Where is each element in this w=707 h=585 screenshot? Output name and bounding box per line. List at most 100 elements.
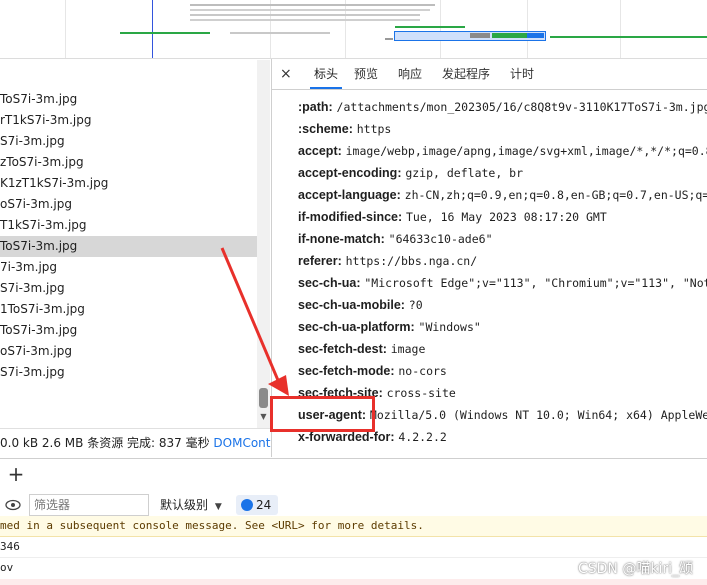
timeline-bar xyxy=(385,38,393,40)
status-summary: 0.0 kB 2.6 MB 条资源 完成: 837 毫秒 xyxy=(0,436,210,450)
header-value: image xyxy=(390,342,426,356)
header-value: ?0 xyxy=(408,298,423,312)
header-value: Tue, 16 May 2023 08:17:20 GMT xyxy=(406,210,607,224)
issues-badge[interactable]: 24 xyxy=(236,495,278,515)
request-list: ToS7i-3m.jpg rT1kS7i-3m.jpg S7i-3m.jpg z… xyxy=(0,59,272,457)
header-row: sec-ch-ua-mobile: ?0 xyxy=(298,294,423,316)
header-name: accept-encoding: xyxy=(298,166,402,180)
timeline-gridline xyxy=(440,0,441,58)
header-name: if-none-match: xyxy=(298,232,385,246)
tab-preview[interactable]: 预览 xyxy=(354,59,378,89)
add-icon[interactable]: + xyxy=(6,460,26,488)
tab-initiator[interactable]: 发起程序 xyxy=(442,59,490,89)
request-row[interactable]: ToS7i-3m.jpg xyxy=(0,320,258,341)
header-name: x-forwarded-for: xyxy=(298,430,395,444)
header-value: gzip, deflate, br xyxy=(405,166,524,180)
console-warning-line: med in a subsequent console message. See… xyxy=(0,516,707,537)
timeline-bar xyxy=(190,9,430,11)
tab-timing[interactable]: 计时 xyxy=(510,59,534,89)
scrollbar-thumb[interactable] xyxy=(259,388,268,408)
header-row: accept: image/webp,image/apng,image/svg+… xyxy=(298,140,707,162)
timeline-bar xyxy=(190,14,420,16)
header-row: if-none-match: "64633c10-ade6" xyxy=(298,228,493,250)
request-row[interactable]: 1ToS7i-3m.jpg xyxy=(0,299,258,320)
header-row: sec-ch-ua-platform: "Windows" xyxy=(298,316,481,338)
log-level-select[interactable]: 默认级别 ▼ xyxy=(160,494,222,516)
header-row: if-modified-since: Tue, 16 May 2023 08:1… xyxy=(298,206,607,228)
header-name: sec-fetch-mode: xyxy=(298,364,395,378)
tab-headers[interactable]: 标头 xyxy=(310,59,343,89)
timeline-gridline xyxy=(527,0,528,58)
request-row[interactable]: oS7i-3m.jpg xyxy=(0,341,258,362)
timeline-bar xyxy=(527,33,544,38)
request-row[interactable]: K1zT1kS7i-3m.jpg xyxy=(0,173,258,194)
timeline-gridline xyxy=(620,0,621,58)
chevron-down-icon: ▼ xyxy=(214,502,222,512)
header-name: sec-ch-ua-platform: xyxy=(298,320,415,334)
drawer-toolbar xyxy=(0,458,707,492)
header-value: https xyxy=(356,122,392,136)
header-value: no-cors xyxy=(398,364,447,378)
timeline-bar xyxy=(190,4,435,6)
header-value: "Microsoft Edge";v="113", "Chromium";v="… xyxy=(364,276,707,290)
header-row: :scheme: https xyxy=(298,118,391,140)
request-row[interactable]: S7i-3m.jpg xyxy=(0,131,258,152)
header-name: referer: xyxy=(298,254,342,268)
request-row[interactable]: S7i-3m.jpg xyxy=(0,278,258,299)
header-value: https://bbs.nga.cn/ xyxy=(345,254,478,268)
timeline-bar xyxy=(395,26,465,28)
timeline-bar xyxy=(470,33,490,38)
message-icon xyxy=(241,499,253,511)
header-value: "64633c10-ade6" xyxy=(388,232,493,246)
detail-tabs: 标头 预览 响应 发起程序 计时 xyxy=(272,59,707,90)
issues-count: 24 xyxy=(256,498,272,512)
timeline-marker xyxy=(152,0,153,58)
header-row: sec-ch-ua: "Microsoft Edge";v="113", "Ch… xyxy=(298,272,707,294)
request-row[interactable]: S7i-3m.jpg xyxy=(0,362,258,383)
header-name: accept-language: xyxy=(298,188,401,202)
request-row-selected[interactable]: ToS7i-3m.jpg xyxy=(0,236,258,257)
header-value: Mozilla/5.0 (Windows NT 10.0; Win64; x64… xyxy=(369,408,707,422)
timeline-bar xyxy=(190,19,420,21)
header-name: sec-ch-ua: xyxy=(298,276,361,290)
timeline-gridline xyxy=(65,0,66,58)
header-value: zh-CN,zh;q=0.9,en;q=0.8,en-GB;q=0.7,en-U… xyxy=(404,188,707,202)
request-row[interactable]: 7i-3m.jpg xyxy=(0,257,258,278)
header-value: 4.2.2.2 xyxy=(398,430,447,444)
network-status-bar: 0.0 kB 2.6 MB 条资源 完成: 837 毫秒 DOMConte xyxy=(0,428,271,457)
request-list-scrollbar[interactable] xyxy=(257,60,270,428)
header-row: :path: /attachments/mon_202305/16/c8Q8t9… xyxy=(298,96,707,118)
watermark: CSDN @喵kiri_颂 xyxy=(577,561,693,577)
filter-input[interactable] xyxy=(29,494,149,516)
annotation-highlight-box xyxy=(270,396,375,432)
header-row: sec-fetch-dest: image xyxy=(298,338,425,360)
request-row[interactable]: rT1kS7i-3m.jpg xyxy=(0,110,258,131)
header-value: "Windows" xyxy=(418,320,481,334)
timeline-overview[interactable] xyxy=(0,0,707,59)
timeline-bar xyxy=(230,32,330,34)
scroll-down-arrow-icon[interactable]: ▼ xyxy=(259,412,268,422)
tab-response[interactable]: 响应 xyxy=(398,59,422,89)
header-name: accept: xyxy=(298,144,342,158)
header-name: :path: xyxy=(298,100,333,114)
header-value: /attachments/mon_202305/16/c8Q8t9v-3110K… xyxy=(336,100,707,114)
request-row[interactable]: T1kS7i-3m.jpg xyxy=(0,215,258,236)
request-row[interactable]: zToS7i-3m.jpg xyxy=(0,152,258,173)
header-row: referer: https://bbs.nga.cn/ xyxy=(298,250,477,272)
request-row[interactable]: ToS7i-3m.jpg xyxy=(0,89,258,110)
request-row[interactable]: oS7i-3m.jpg xyxy=(0,194,258,215)
console-error-strip xyxy=(0,579,707,585)
log-level-label: 默认级别 xyxy=(160,498,209,512)
eye-icon[interactable] xyxy=(4,497,22,513)
timeline-bar xyxy=(492,33,527,38)
header-name: if-modified-since: xyxy=(298,210,403,224)
header-value: image/webp,image/apng,image/svg+xml,imag… xyxy=(345,144,707,158)
header-row: accept-encoding: gzip, deflate, br xyxy=(298,162,523,184)
header-row: accept-language: zh-CN,zh;q=0.9,en;q=0.8… xyxy=(298,184,707,206)
header-value: cross-site xyxy=(386,386,456,400)
console-line: 346 xyxy=(0,537,707,558)
close-icon[interactable]: × xyxy=(280,59,294,89)
domcontent-link[interactable]: DOMConte xyxy=(213,436,271,450)
timeline-bar xyxy=(120,32,210,34)
header-name: :scheme: xyxy=(298,122,353,136)
